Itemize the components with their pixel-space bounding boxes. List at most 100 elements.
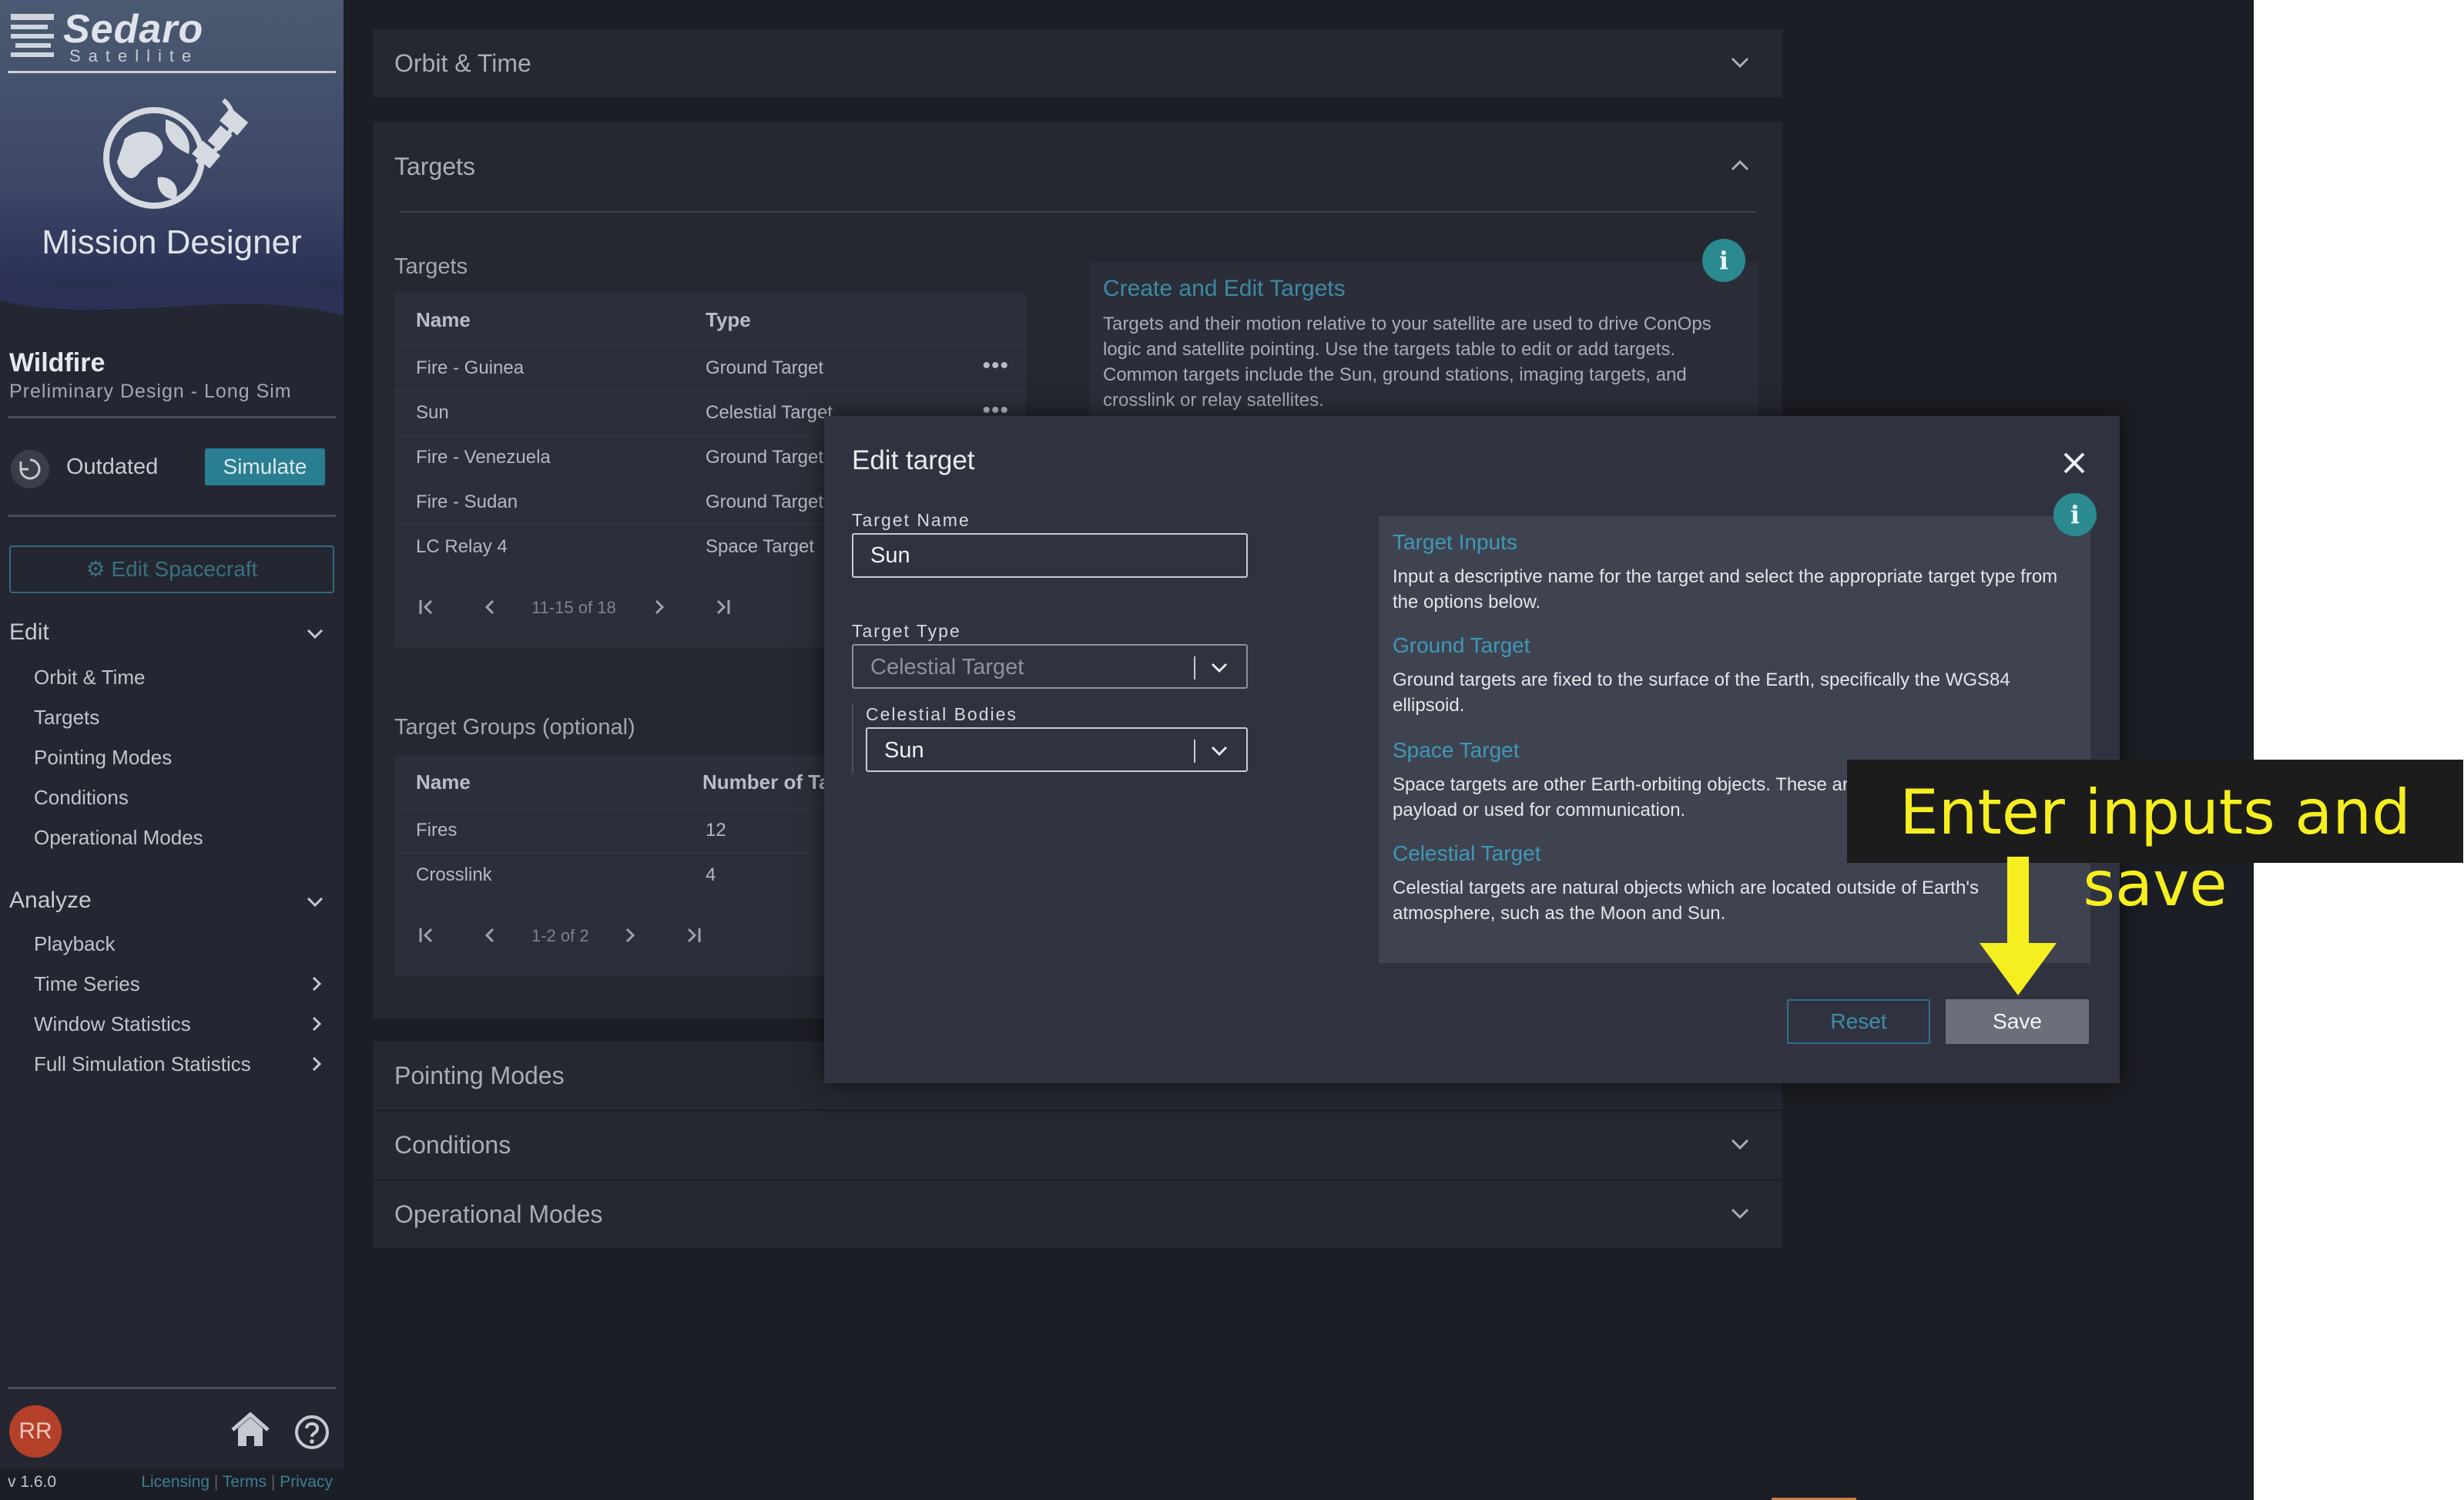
sidebar-item-orbit-time[interactable]: Orbit & Time bbox=[34, 666, 145, 690]
app-title: Mission Designer bbox=[42, 223, 302, 261]
chevron-right-icon[interactable] bbox=[307, 1054, 327, 1074]
prev-page-icon[interactable] bbox=[479, 596, 501, 618]
info-title: Target Inputs bbox=[1393, 530, 1517, 554]
targets-table-label: Targets bbox=[394, 254, 468, 279]
home-icon[interactable] bbox=[230, 1411, 271, 1448]
avatar[interactable]: RR bbox=[9, 1405, 62, 1458]
chevron-down-icon[interactable] bbox=[303, 622, 327, 646]
space-target-title: Space Target bbox=[1393, 738, 1520, 762]
panel-operational-modes[interactable]: Operational Modes bbox=[373, 1180, 1782, 1248]
target-type-select[interactable]: Celestial Target bbox=[852, 644, 1248, 689]
first-page-icon[interactable] bbox=[416, 596, 437, 618]
more-icon[interactable]: ••• bbox=[982, 353, 1009, 379]
divider bbox=[8, 416, 336, 418]
edit-spacecraft-label: Edit Spacecraft bbox=[111, 557, 258, 581]
app-window: Sedaro Satellite Mission Designer Wildfi… bbox=[0, 0, 2254, 1500]
reset-button[interactable]: Reset bbox=[1787, 999, 1930, 1044]
chevron-down-icon[interactable] bbox=[1727, 1131, 1753, 1157]
celestial-bodies-value: Sun bbox=[884, 738, 924, 763]
target-name: Fire - Venezuela bbox=[416, 447, 551, 468]
chevron-down-icon[interactable] bbox=[1727, 49, 1753, 76]
terms-link[interactable]: Terms bbox=[223, 1473, 267, 1491]
help-icon[interactable] bbox=[294, 1414, 330, 1450]
ground-target-body: Ground targets are fixed to the surface … bbox=[1393, 669, 2010, 716]
chevron-down-icon[interactable] bbox=[303, 891, 327, 914]
prev-page-icon[interactable] bbox=[479, 924, 501, 946]
logo-subtitle: Satellite bbox=[69, 46, 199, 65]
chevron-down-icon[interactable] bbox=[1727, 1200, 1753, 1227]
sidebar-item-full-simulation-statistics[interactable]: Full Simulation Statistics bbox=[34, 1052, 251, 1076]
edit-spacecraft-button[interactable]: ⚙ Edit Spacecraft bbox=[9, 545, 334, 593]
info-intro: Input a descriptive name for the target … bbox=[1393, 566, 2058, 612]
last-page-icon[interactable] bbox=[682, 924, 704, 946]
globe-satellite-icon bbox=[103, 98, 249, 209]
targets-info-card: Create and Edit Targets Targets and thei… bbox=[1089, 262, 1758, 424]
target-type: Celestial Target bbox=[706, 402, 833, 423]
nav-section-edit[interactable]: Edit bbox=[9, 619, 49, 646]
panel-title: Operational Modes bbox=[394, 1200, 603, 1228]
divider bbox=[8, 515, 336, 517]
column-header-name[interactable]: Name bbox=[416, 308, 471, 332]
target-type: Ground Target bbox=[706, 357, 823, 378]
select-separator bbox=[1194, 656, 1195, 680]
dialog-title: Edit target bbox=[852, 445, 975, 475]
privacy-link[interactable]: Privacy bbox=[280, 1473, 333, 1491]
logo-mark-icon bbox=[11, 14, 54, 57]
nested-indicator bbox=[852, 704, 853, 773]
chevron-right-icon[interactable] bbox=[307, 1014, 327, 1034]
simulate-button[interactable]: Simulate bbox=[205, 448, 325, 485]
group-name: Fires bbox=[416, 820, 458, 841]
sidebar-item-conditions[interactable]: Conditions bbox=[34, 786, 129, 810]
info-icon[interactable]: i bbox=[1702, 239, 1745, 282]
first-page-icon[interactable] bbox=[416, 924, 437, 946]
chevron-down-icon[interactable] bbox=[1208, 656, 1231, 680]
sedaro-logo[interactable]: Sedaro Satellite bbox=[8, 6, 208, 65]
chevron-right-icon[interactable] bbox=[307, 974, 327, 994]
sidebar-item-window-statistics[interactable]: Window Statistics bbox=[34, 1012, 191, 1036]
target-name: Fire - Sudan bbox=[416, 492, 518, 512]
last-page-icon[interactable] bbox=[712, 596, 733, 618]
group-count: 12 bbox=[706, 820, 726, 841]
panel-conditions[interactable]: Conditions bbox=[373, 1111, 1782, 1179]
save-button[interactable]: Save bbox=[1946, 999, 2089, 1044]
callout-text: Enter inputs and save bbox=[1899, 777, 2411, 920]
panel-title: Conditions bbox=[394, 1131, 511, 1159]
sidebar-item-pointing-modes[interactable]: Pointing Modes bbox=[34, 746, 172, 770]
divider bbox=[8, 1387, 336, 1389]
panel-title: Pointing Modes bbox=[394, 1062, 565, 1089]
chevron-up-icon[interactable] bbox=[1727, 153, 1753, 179]
target-type-label: Target Type bbox=[852, 621, 961, 641]
sidebar-item-playback[interactable]: Playback bbox=[34, 932, 116, 956]
column-header-type[interactable]: Type bbox=[706, 308, 751, 332]
next-page-icon[interactable] bbox=[619, 924, 641, 946]
project-subtitle: Preliminary Design - Long Sim bbox=[9, 381, 292, 402]
group-count: 4 bbox=[706, 864, 716, 885]
table-row[interactable]: Fire - Guinea Ground Target ••• bbox=[394, 345, 1026, 390]
edit-target-dialog: Edit target Target Name Target Type Cele… bbox=[824, 416, 2120, 1083]
sidebar-item-targets[interactable]: Targets bbox=[34, 706, 99, 730]
celestial-bodies-select[interactable]: Sun bbox=[866, 727, 1248, 772]
licensing-link[interactable]: Licensing bbox=[141, 1473, 210, 1491]
chevron-down-icon[interactable] bbox=[1208, 740, 1231, 763]
celestial-bodies-label: Celestial Bodies bbox=[866, 704, 1017, 724]
logo-divider bbox=[8, 71, 336, 73]
panel-orbit-time[interactable]: Orbit & Time bbox=[373, 29, 1782, 97]
info-icon[interactable]: i bbox=[2053, 493, 2097, 536]
info-body: Targets and their motion relative to you… bbox=[1103, 314, 1711, 411]
sidebar-item-operational-modes[interactable]: Operational Modes bbox=[34, 826, 203, 850]
target-name: Sun bbox=[416, 402, 449, 423]
target-name-input[interactable] bbox=[852, 533, 1248, 578]
arrow-down-icon bbox=[1980, 857, 2057, 995]
refresh-icon[interactable] bbox=[11, 450, 49, 488]
nav-section-analyze[interactable]: Analyze bbox=[9, 888, 92, 914]
target-name-label: Target Name bbox=[852, 510, 971, 530]
pager-text: 1-2 of 2 bbox=[531, 926, 589, 945]
column-header-name[interactable]: Name bbox=[416, 770, 471, 794]
target-type: Ground Target bbox=[706, 492, 823, 512]
logo-name: Sedaro bbox=[63, 7, 204, 52]
next-page-icon[interactable] bbox=[649, 596, 670, 618]
pager-text: 11-15 of 18 bbox=[531, 598, 616, 617]
close-icon[interactable] bbox=[2057, 445, 2092, 481]
select-separator bbox=[1194, 740, 1195, 763]
sidebar-item-time-series[interactable]: Time Series bbox=[34, 972, 140, 996]
